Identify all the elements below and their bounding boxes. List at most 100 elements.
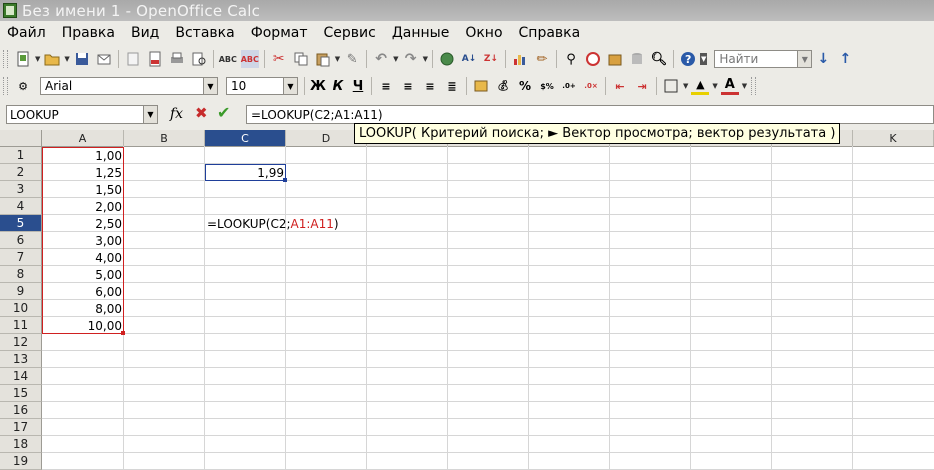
edit-file-icon[interactable]	[124, 50, 142, 68]
find-input[interactable]: Найти ▼	[714, 50, 813, 68]
data-sources-icon[interactable]	[628, 50, 646, 68]
undo-dropdown-icon[interactable]: ▼	[393, 55, 398, 63]
menu-window[interactable]: Окно	[465, 25, 502, 41]
column-header-a[interactable]: A	[42, 130, 124, 146]
column-header-c[interactable]: C	[205, 130, 286, 146]
toolbar-overflow-icon[interactable]: ▼	[699, 53, 708, 65]
merge-cells-icon[interactable]	[472, 77, 490, 95]
background-color-icon[interactable]: ▲	[691, 77, 710, 95]
cut-icon[interactable]: ✂	[270, 50, 288, 68]
row-header-3[interactable]: 3	[0, 181, 42, 198]
accept-icon[interactable]: ✔	[217, 103, 230, 122]
help-icon[interactable]: ?	[679, 50, 697, 68]
underline-button[interactable]: Ч	[348, 76, 368, 96]
cell-c5-editing[interactable]: =LOOKUP(C2; A1:A11)	[205, 215, 405, 232]
toolbar-grip[interactable]	[3, 77, 8, 95]
row-header-12[interactable]: 12	[0, 334, 42, 351]
export-pdf-icon[interactable]	[146, 50, 164, 68]
menu-tools[interactable]: Сервис	[324, 25, 376, 41]
menu-format[interactable]: Формат	[251, 25, 308, 41]
menu-help[interactable]: Справка	[519, 25, 581, 41]
reference-resize-handle[interactable]	[283, 178, 287, 182]
row-header-14[interactable]: 14	[0, 368, 42, 385]
row-header-13[interactable]: 13	[0, 351, 42, 368]
row-header-18[interactable]: 18	[0, 436, 42, 453]
save-icon[interactable]	[73, 50, 91, 68]
zoom-icon[interactable]: 🔍︎	[650, 50, 668, 68]
copy-icon[interactable]	[292, 50, 310, 68]
name-box[interactable]: LOOKUP ▼	[6, 105, 158, 124]
bold-button[interactable]: Ж	[308, 76, 328, 96]
print-icon[interactable]	[168, 50, 186, 68]
spreadsheet-grid[interactable]: A B C D E F G H I J K 123456789101112131…	[0, 130, 934, 470]
row-header-9[interactable]: 9	[0, 283, 42, 300]
column-header-b[interactable]: B	[124, 130, 205, 146]
row-header-4[interactable]: 4	[0, 198, 42, 215]
menu-insert[interactable]: Вставка	[175, 25, 234, 41]
find-next-icon[interactable]: ↓	[814, 50, 832, 68]
open-dropdown-icon[interactable]: ▼	[64, 55, 69, 63]
row-header-7[interactable]: 7	[0, 249, 42, 266]
row-header-17[interactable]: 17	[0, 419, 42, 436]
toolbar-grip[interactable]	[751, 77, 757, 95]
spellcheck-icon[interactable]: ABC	[219, 50, 237, 68]
auto-spellcheck-icon[interactable]: ABC	[241, 50, 259, 68]
standard-number-icon[interactable]: $%	[538, 77, 556, 95]
align-center-icon[interactable]: ≡	[399, 77, 417, 95]
font-size-dropdown-icon[interactable]: ▼	[283, 78, 297, 94]
hyperlink-icon[interactable]	[438, 50, 456, 68]
align-right-icon[interactable]: ≡	[421, 77, 439, 95]
increase-indent-icon[interactable]: ⇥	[633, 77, 651, 95]
find-dropdown-icon[interactable]: ▼	[797, 51, 812, 67]
draw-functions-icon[interactable]: ✏	[533, 50, 551, 68]
redo-icon[interactable]: ↷	[402, 50, 420, 68]
formula-input[interactable]: =LOOKUP(C2; A1:A11)	[246, 105, 934, 124]
undo-icon[interactable]: ↶	[372, 50, 390, 68]
currency-icon[interactable]: 💰︎	[494, 77, 512, 95]
font-name-dropdown-icon[interactable]: ▼	[203, 78, 217, 94]
align-left-icon[interactable]: ≡	[377, 77, 395, 95]
add-decimal-icon[interactable]: .0+	[560, 77, 578, 95]
menu-file[interactable]: Файл	[7, 25, 46, 41]
row-header-6[interactable]: 6	[0, 232, 42, 249]
email-icon[interactable]	[95, 50, 113, 68]
column-header-k[interactable]: K	[853, 130, 934, 146]
row-header-16[interactable]: 16	[0, 402, 42, 419]
borders-dropdown-icon[interactable]: ▼	[683, 82, 688, 90]
menu-edit[interactable]: Правка	[62, 25, 115, 41]
menu-view[interactable]: Вид	[131, 25, 159, 41]
navigator-icon[interactable]	[584, 50, 602, 68]
font-size-select[interactable]: 10 ▼	[226, 77, 298, 95]
clone-formatting-icon[interactable]: ✎	[343, 50, 361, 68]
new-document-icon[interactable]	[14, 50, 32, 68]
paste-dropdown-icon[interactable]: ▼	[335, 55, 340, 63]
italic-button[interactable]: К	[328, 76, 348, 96]
find-replace-icon[interactable]: ⚲	[562, 50, 580, 68]
row-header-1[interactable]: 1	[0, 147, 42, 164]
justify-icon[interactable]: ≣	[443, 77, 461, 95]
range-resize-handle[interactable]	[121, 331, 125, 335]
sort-descending-icon[interactable]: Z↓	[482, 50, 500, 68]
sort-ascending-icon[interactable]: A↓	[460, 50, 478, 68]
font-color-icon[interactable]: A	[720, 77, 739, 95]
borders-icon[interactable]	[662, 77, 680, 95]
background-color-dropdown-icon[interactable]: ▼	[712, 82, 717, 90]
percent-icon[interactable]: %	[516, 77, 534, 95]
cancel-icon[interactable]: ✖	[195, 104, 208, 122]
delete-decimal-icon[interactable]: .0×	[582, 77, 600, 95]
row-header-8[interactable]: 8	[0, 266, 42, 283]
toolbar-grip[interactable]	[3, 50, 8, 68]
print-preview-icon[interactable]	[190, 50, 208, 68]
row-header-15[interactable]: 15	[0, 385, 42, 402]
new-dropdown-icon[interactable]: ▼	[35, 55, 40, 63]
chart-icon[interactable]	[511, 50, 529, 68]
font-color-dropdown-icon[interactable]: ▼	[742, 82, 747, 90]
styles-formatting-icon[interactable]: ⚙︎	[14, 77, 32, 95]
row-header-11[interactable]: 11	[0, 317, 42, 334]
name-box-dropdown-icon[interactable]: ▼	[143, 106, 157, 123]
row-header-2[interactable]: 2	[0, 164, 42, 181]
row-header-10[interactable]: 10	[0, 300, 42, 317]
row-header-5[interactable]: 5	[0, 215, 42, 232]
row-header-19[interactable]: 19	[0, 453, 42, 470]
select-all-corner[interactable]	[0, 130, 42, 146]
